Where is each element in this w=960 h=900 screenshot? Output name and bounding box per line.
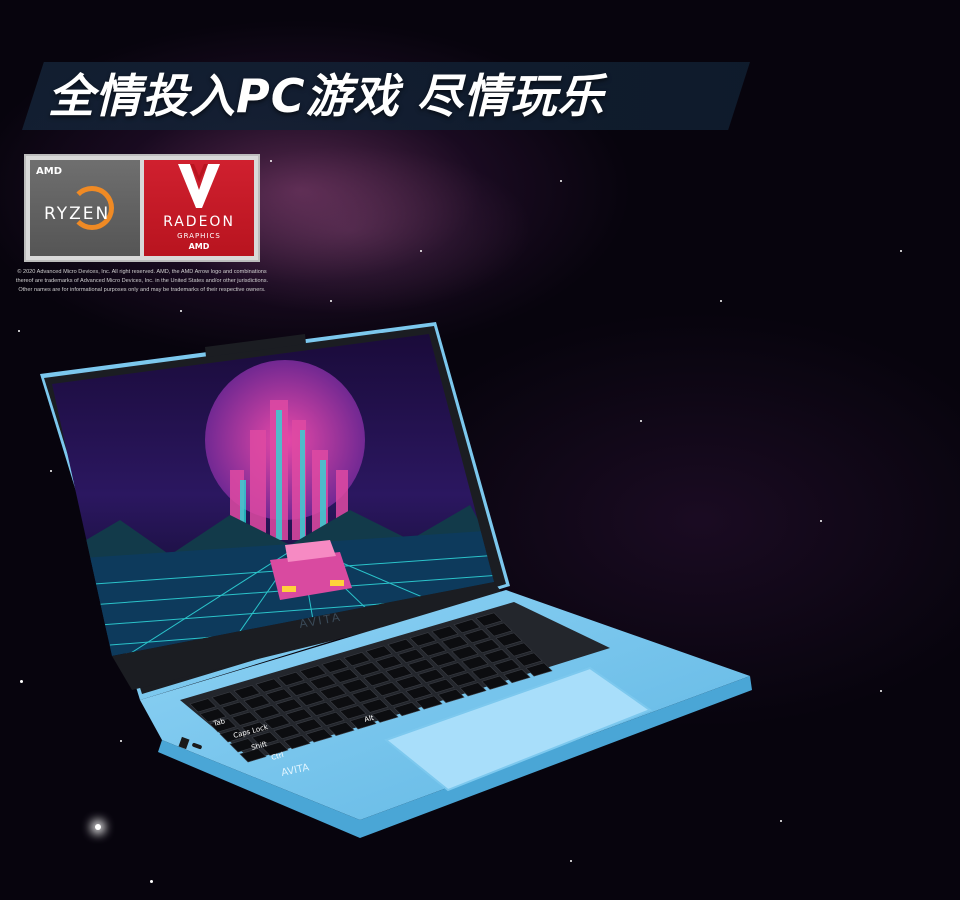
- laptop-image: AVITA Tab Caps Lock Shift Ctrl Alt AVITA: [40, 322, 752, 838]
